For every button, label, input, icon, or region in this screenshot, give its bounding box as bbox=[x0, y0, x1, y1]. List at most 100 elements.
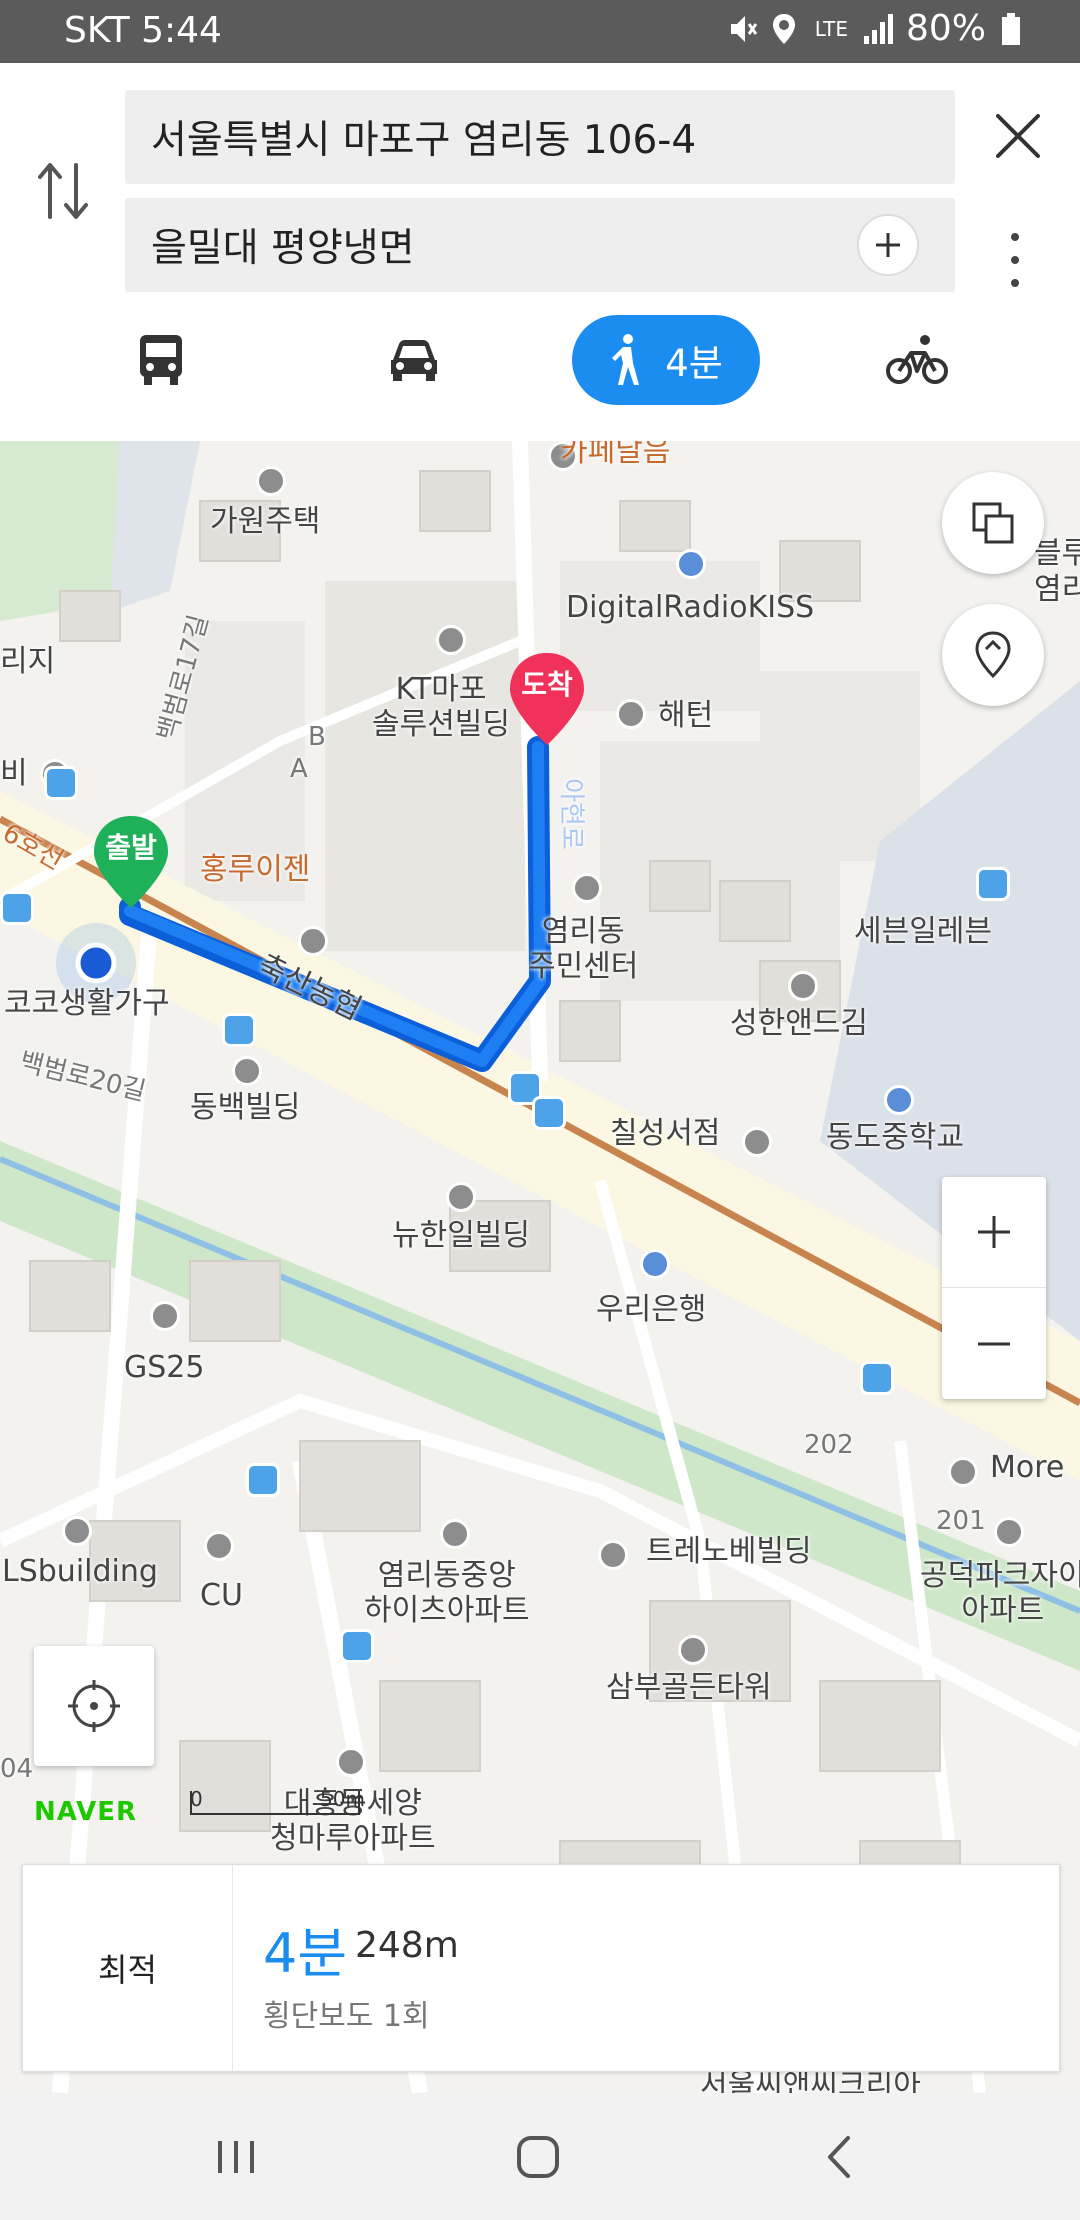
swap-arrows-icon bbox=[38, 163, 88, 219]
add-waypoint-button[interactable] bbox=[857, 214, 919, 276]
home-button[interactable] bbox=[508, 2127, 568, 2187]
home-icon bbox=[517, 2136, 559, 2178]
recent-apps-button[interactable] bbox=[206, 2127, 266, 2187]
layers-icon bbox=[972, 502, 1014, 544]
map-view[interactable]: 출발 도착 카페달음 가원주택 DigitalRadioKISS KT마포 솔루… bbox=[0, 441, 1080, 2093]
tab-transit[interactable] bbox=[130, 315, 192, 405]
building-marker bbox=[256, 466, 286, 496]
poi-label: 세븐일레븐 bbox=[854, 914, 992, 949]
back-icon bbox=[828, 2136, 850, 2178]
route-header: 서울특별시 마포구 염리동 106-4 을밀대 평양냉면 4분 bbox=[0, 63, 1080, 441]
close-button[interactable] bbox=[990, 108, 1046, 164]
minus-icon bbox=[978, 1342, 1010, 1345]
gs25-marker bbox=[150, 1301, 180, 1331]
start-pin[interactable]: 출발 bbox=[92, 814, 170, 910]
plus-icon bbox=[978, 1216, 1010, 1248]
school-marker bbox=[884, 1085, 914, 1115]
building-marker bbox=[788, 971, 818, 1001]
zoom-out-button[interactable] bbox=[942, 1288, 1046, 1399]
map-layers-button[interactable] bbox=[942, 472, 1044, 574]
poi-label: 홍루이젠 bbox=[200, 852, 311, 887]
walk-icon bbox=[612, 334, 640, 385]
more-dot bbox=[1011, 256, 1019, 264]
close-icon bbox=[996, 114, 1040, 158]
poi-label: A bbox=[290, 754, 308, 784]
walk-duration: 4분 bbox=[665, 342, 723, 385]
poi-label: 04 bbox=[0, 1754, 34, 1784]
route-distance: 248m bbox=[355, 1925, 459, 1966]
status-icons: LTE 80% bbox=[727, 8, 1030, 49]
poi-label: 뉴한일빌딩 bbox=[392, 1218, 530, 1253]
building-marker bbox=[994, 1517, 1024, 1547]
car-icon bbox=[391, 340, 437, 381]
route-summary-card[interactable]: 최적 4분 248m 횡단보도 1회 bbox=[22, 1864, 1060, 2072]
destination-field[interactable]: 을밀대 평양냉면 bbox=[125, 198, 955, 292]
bank-marker bbox=[298, 926, 328, 956]
origin-field[interactable]: 서울특별시 마포구 염리동 106-4 bbox=[125, 90, 955, 184]
building-marker bbox=[336, 1747, 366, 1777]
end-pin[interactable]: 도착 bbox=[508, 651, 586, 747]
bus-stop-icon[interactable] bbox=[44, 766, 78, 800]
bus-stop-icon[interactable] bbox=[860, 1361, 894, 1395]
location-icon bbox=[771, 12, 801, 46]
bicycle-icon bbox=[886, 335, 948, 384]
poi-label: 염리동중앙 하이츠아파트 bbox=[364, 1558, 530, 1628]
destination-text: 을밀대 평양냉면 bbox=[151, 226, 415, 271]
bus-stop-icon[interactable] bbox=[222, 1013, 256, 1047]
building-marker bbox=[62, 1516, 92, 1546]
system-navigation-bar bbox=[0, 2093, 1080, 2220]
building-marker bbox=[436, 625, 466, 655]
building-marker bbox=[440, 1519, 470, 1549]
bus-stop-icon[interactable] bbox=[0, 891, 34, 925]
store-marker bbox=[742, 1127, 772, 1157]
poi-label: KT마포 솔루션빌딩 bbox=[372, 672, 510, 742]
tab-walk[interactable]: 4분 bbox=[572, 315, 760, 405]
building-marker bbox=[616, 699, 646, 729]
poi-label: 동도중학교 bbox=[826, 1120, 964, 1155]
building-marker bbox=[678, 1635, 708, 1665]
poi-label: 삼부골든타워 bbox=[606, 1670, 772, 1705]
mute-icon bbox=[727, 12, 757, 46]
bus-stop-icon[interactable] bbox=[532, 1096, 566, 1130]
naver-logo: NAVER bbox=[34, 1797, 138, 1827]
bus-stop-icon[interactable] bbox=[340, 1629, 374, 1663]
poi-label: 202 bbox=[804, 1430, 854, 1460]
route-option-label: 최적 bbox=[23, 1865, 233, 2071]
map-pin-button[interactable] bbox=[942, 604, 1044, 706]
more-dot bbox=[1011, 233, 1019, 241]
swap-route-button[interactable] bbox=[36, 159, 90, 223]
poi-label: DigitalRadioKISS bbox=[566, 590, 815, 625]
battery-percent: 80% bbox=[905, 8, 986, 49]
tab-bicycle[interactable] bbox=[885, 315, 949, 405]
bus-icon bbox=[140, 335, 182, 385]
poi-label: 트레노베빌딩 bbox=[646, 1534, 812, 1569]
cu-marker bbox=[204, 1531, 234, 1561]
location-pin-icon bbox=[975, 631, 1011, 679]
back-button[interactable] bbox=[810, 2127, 870, 2187]
more-options-button[interactable] bbox=[1000, 225, 1030, 295]
tab-car[interactable] bbox=[383, 315, 445, 405]
start-pin-label: 출발 bbox=[105, 831, 157, 864]
crosshair-icon bbox=[68, 1680, 120, 1732]
poi-label: 비 bbox=[0, 756, 28, 791]
bus-stop-icon[interactable] bbox=[246, 1463, 280, 1497]
plus-icon bbox=[876, 233, 900, 257]
more-dot bbox=[1011, 279, 1019, 287]
status-time: SKT 5:44 bbox=[64, 10, 222, 51]
poi-label: 가원주택 bbox=[210, 504, 321, 539]
recent-apps-icon bbox=[218, 2141, 254, 2173]
zoom-in-button[interactable] bbox=[942, 1177, 1046, 1288]
building-marker bbox=[572, 873, 602, 903]
road-label: 아현로 bbox=[555, 778, 586, 850]
poi-label: GS25 bbox=[124, 1350, 205, 1385]
poi-label: B bbox=[308, 722, 326, 752]
current-location-button[interactable] bbox=[34, 1646, 154, 1766]
battery-icon bbox=[1000, 12, 1030, 46]
poi-label: 코코생활가구 bbox=[4, 986, 170, 1021]
poi-label: 칠성서점 bbox=[610, 1116, 721, 1151]
scale-zero-label: 0 bbox=[190, 1787, 203, 1811]
poi-label: 리지 bbox=[0, 644, 56, 679]
transport-mode-tabs: 4분 bbox=[0, 315, 1080, 405]
bus-stop-icon[interactable] bbox=[976, 867, 1010, 901]
end-pin-label: 도착 bbox=[521, 668, 573, 701]
